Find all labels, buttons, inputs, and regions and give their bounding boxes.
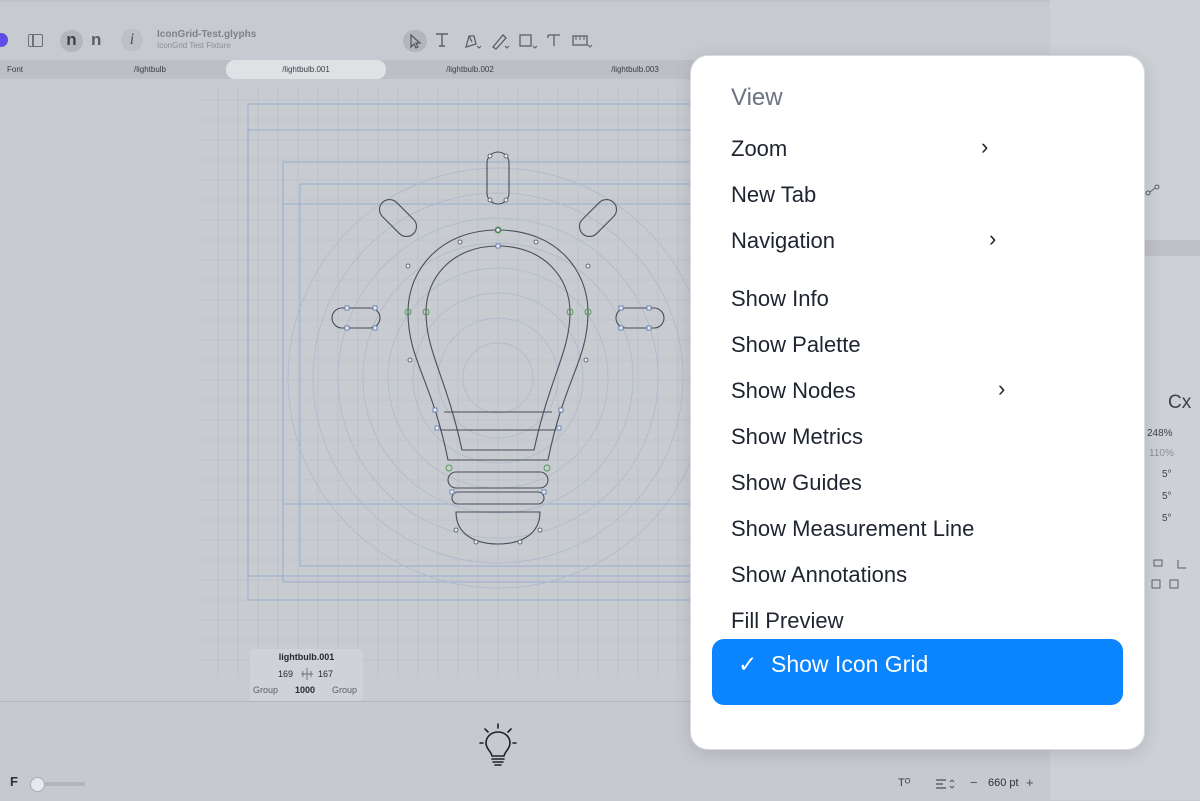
zoom-out-button[interactable]: − [970, 775, 978, 790]
glyph-width[interactable]: 1000 [295, 685, 315, 695]
metrics-icon [300, 667, 314, 686]
glyph-mode-n-bold-icon[interactable]: n [60, 30, 83, 52]
tab-font[interactable]: Font [0, 60, 30, 79]
navigation-chevron-icon: › [989, 226, 997, 251]
type-tool-icon[interactable] [546, 32, 562, 53]
menu-item-fill-preview[interactable]: Fill Preview [731, 608, 843, 634]
menu-item-show-icon-grid[interactable]: ✓ Show Icon Grid [712, 639, 1123, 705]
zoom-in-button[interactable]: + [1026, 775, 1034, 790]
shape-tool-icon[interactable] [518, 32, 538, 55]
close-window-dot[interactable] [0, 33, 8, 47]
text-tool-icon[interactable] [435, 32, 449, 53]
menu-item-new-tab[interactable]: New Tab [731, 182, 816, 208]
tab-lightbulb-002[interactable]: /lightbulb.002 [420, 60, 520, 79]
menu-item-show-nodes[interactable]: Show Nodes [731, 378, 856, 404]
tab-lightbulb-001[interactable]: /lightbulb.001 [226, 60, 386, 79]
menu-item-show-metrics[interactable]: Show Metrics [731, 424, 863, 450]
zoom-chevron-icon: › [981, 134, 989, 159]
view-menu: View Zoom › New Tab Navigation › Show In… [690, 55, 1145, 750]
menu-item-show-annotations[interactable]: Show Annotations [731, 562, 907, 588]
select-tool-icon[interactable] [403, 30, 427, 52]
tab-lightbulb-003[interactable]: /lightbulb.003 [585, 60, 685, 79]
measure-tool-icon[interactable] [572, 33, 594, 54]
angle-field-1[interactable]: 5° [1162, 469, 1172, 480]
menu-item-navigation[interactable]: Navigation [731, 228, 835, 254]
menu-header: View [731, 84, 783, 111]
node-icon[interactable] [1145, 183, 1161, 201]
zoom-value[interactable]: 660 pt [988, 777, 1019, 789]
menu-item-zoom[interactable]: Zoom [731, 136, 787, 162]
label-cx: Cx [1168, 392, 1192, 413]
menu-item-show-icon-grid-label: Show Icon Grid [771, 651, 929, 677]
pen-tool-icon[interactable] [462, 32, 482, 55]
right-group[interactable]: Group [332, 685, 357, 695]
lightbulb-preview-icon [478, 722, 518, 771]
left-group[interactable]: Group [253, 685, 278, 695]
title-bar: n n i IconGrid-Test.glyphs IconGrid Test… [0, 0, 1050, 60]
rsb-value[interactable]: 167 [318, 669, 333, 679]
glyph-info-box: lightbulb.001 169 167 Group 1000 Group [250, 649, 363, 701]
glyph-name: lightbulb.001 [278, 652, 335, 662]
tab-lightbulb[interactable]: /lightbulb [100, 60, 200, 79]
menu-item-show-measurement-line[interactable]: Show Measurement Line [731, 516, 974, 542]
checkmark-icon: ✓ [738, 651, 758, 677]
sidebar-toggle-icon[interactable] [28, 34, 43, 47]
font-letter: F [10, 774, 18, 789]
text-tool-dropdown[interactable]: Tᴼ [898, 777, 910, 789]
align-tools-icon[interactable] [1150, 556, 1198, 601]
show-nodes-chevron-icon: › [998, 376, 1006, 401]
menu-item-show-guides[interactable]: Show Guides [731, 470, 862, 496]
zoom-percent[interactable]: 248% [1147, 428, 1173, 439]
lsb-value[interactable]: 169 [278, 669, 293, 679]
menu-item-show-info[interactable]: Show Info [731, 286, 829, 312]
info-icon[interactable]: i [121, 29, 143, 51]
angle-field-3[interactable]: 5° [1162, 513, 1172, 524]
zoom-percent-secondary[interactable]: 110% [1149, 448, 1174, 459]
menu-item-show-palette[interactable]: Show Palette [731, 332, 861, 358]
align-left-icon[interactable] [935, 777, 957, 795]
pencil-tool-icon[interactable] [490, 32, 510, 55]
file-subtitle: IconGrid Test Fixture [157, 41, 231, 50]
glyph-mode-n-icon[interactable]: n [91, 30, 101, 50]
file-name: IconGrid-Test.glyphs [157, 29, 257, 40]
preview-size-slider[interactable] [30, 777, 85, 792]
angle-field-2[interactable]: 5° [1162, 491, 1172, 502]
